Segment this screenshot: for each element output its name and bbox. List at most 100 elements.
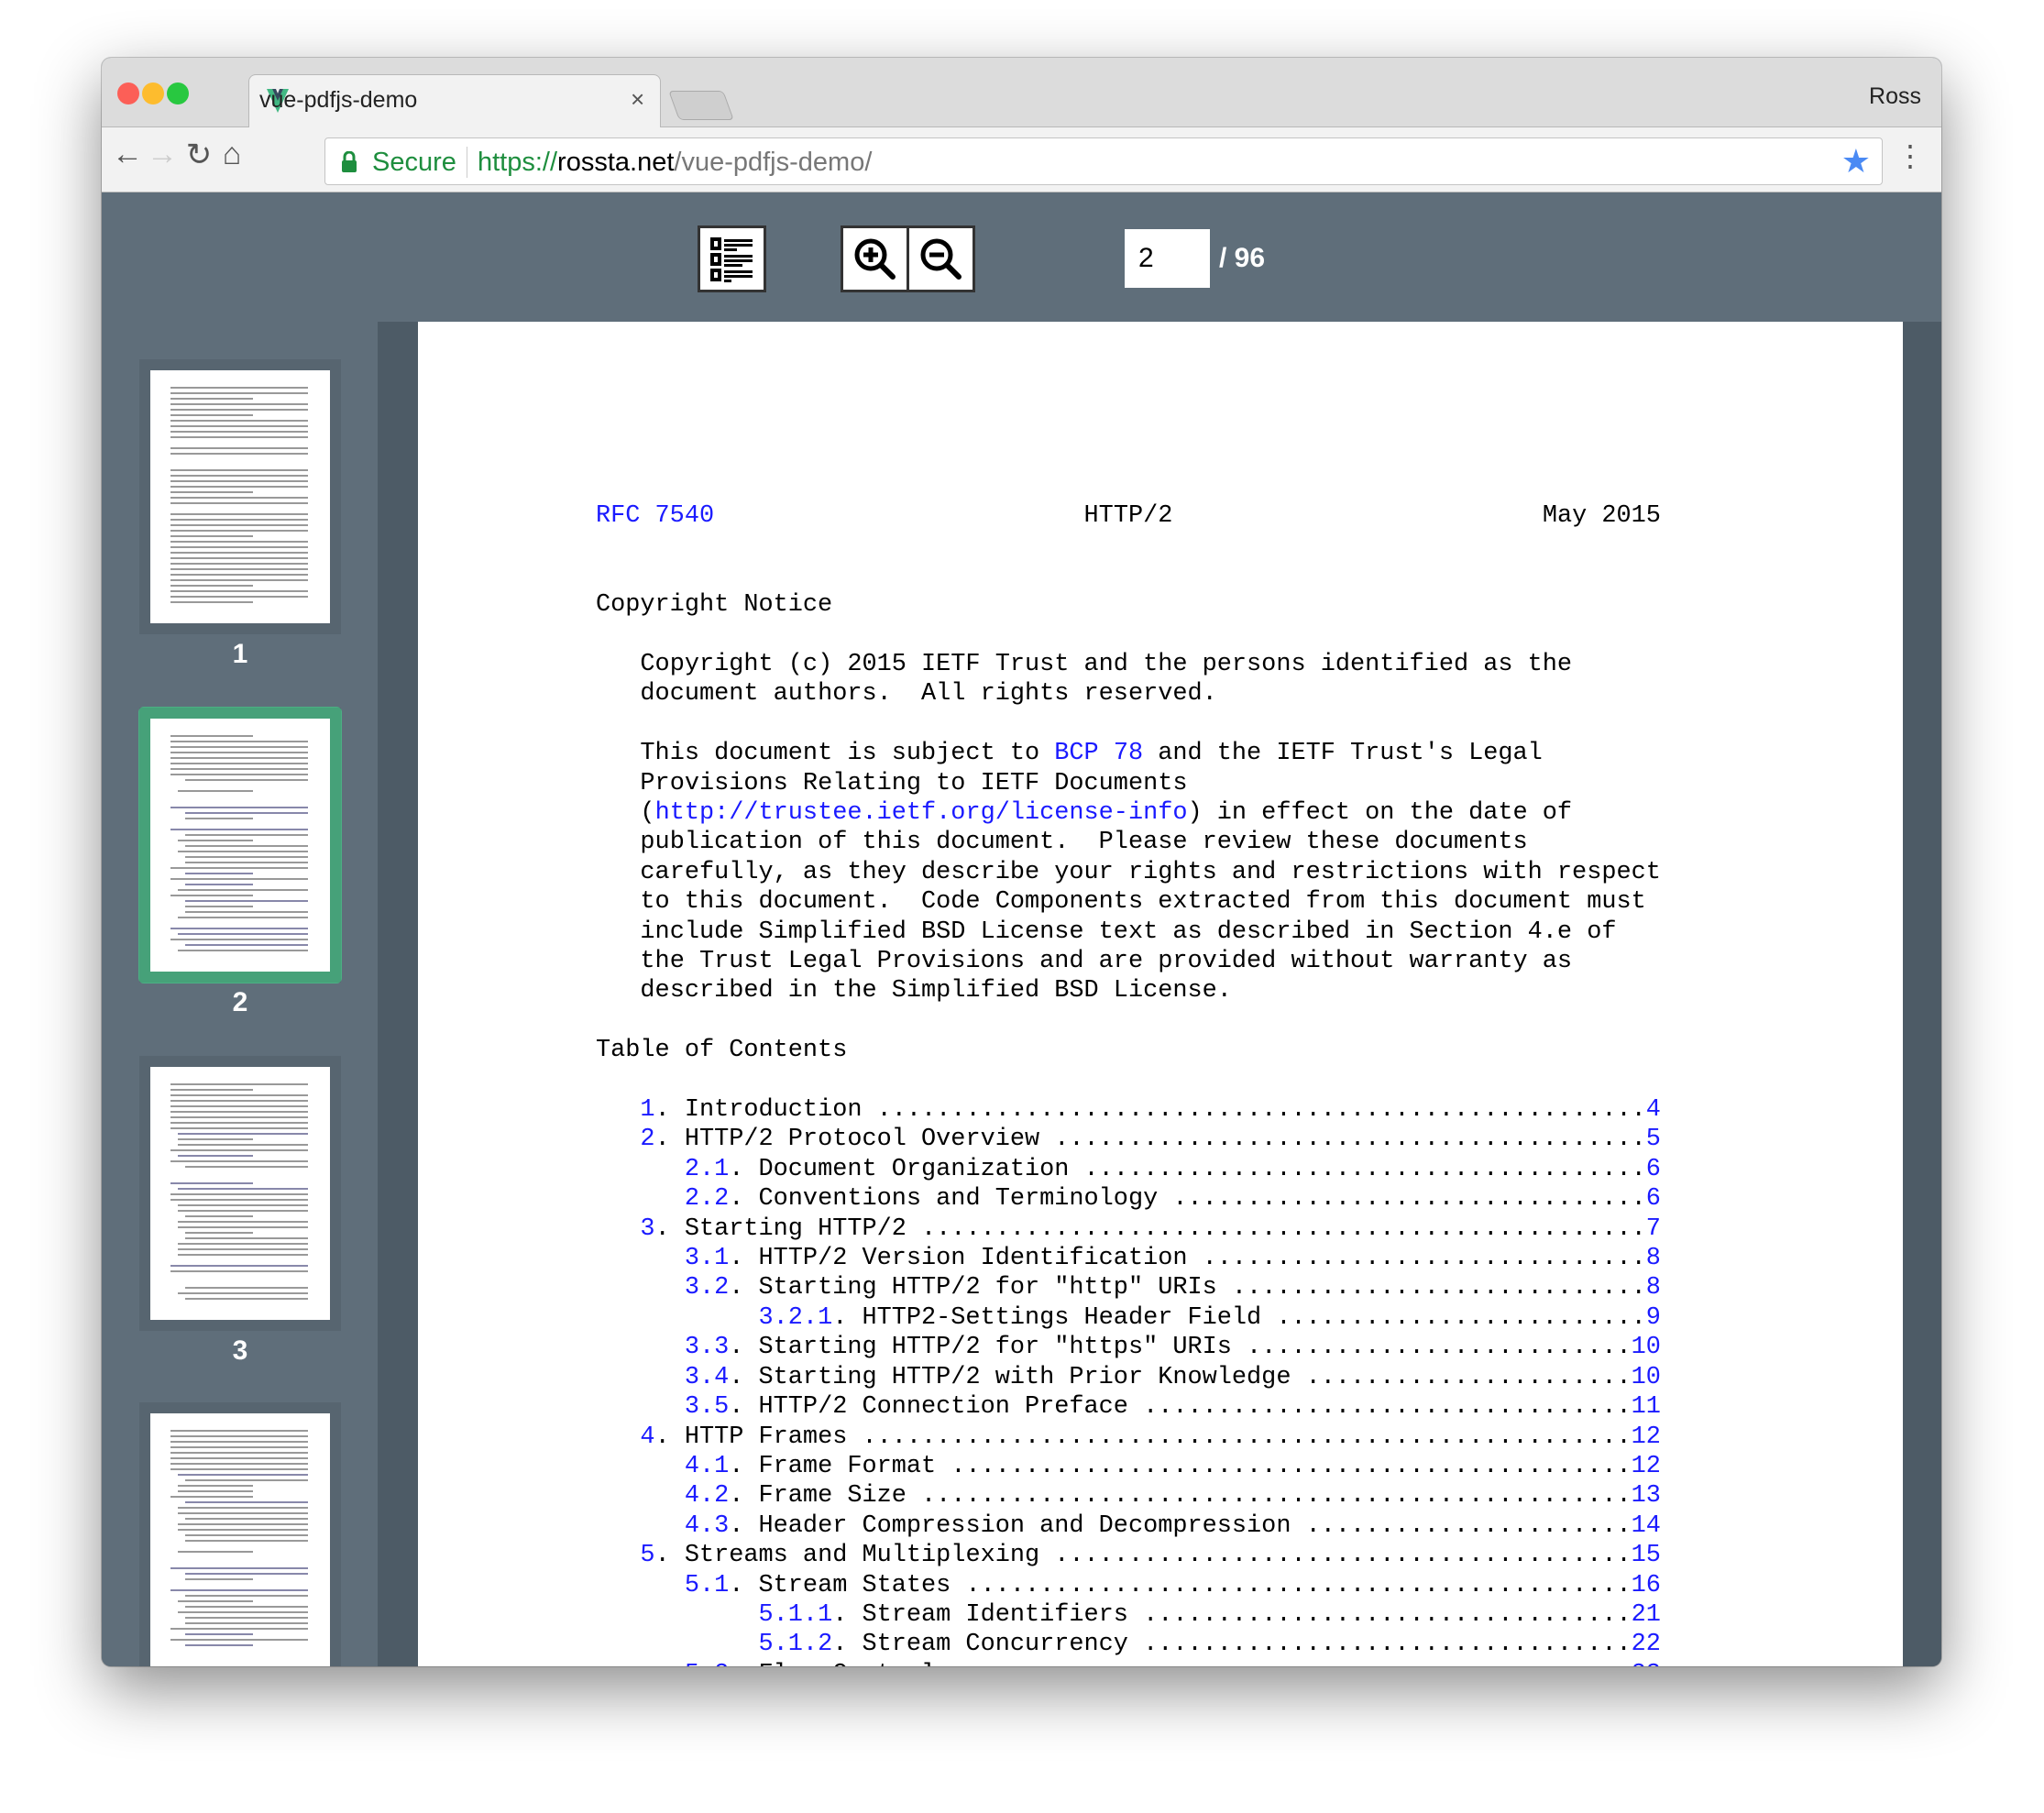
toc-dots: ......................: [1305, 1511, 1632, 1540]
toc-number-link[interactable]: 3.5: [685, 1393, 729, 1421]
toc-dots: .......................................: [1054, 1542, 1632, 1570]
close-window-button[interactable]: [117, 82, 139, 104]
thumbnail-sidebar[interactable]: 1234: [102, 322, 378, 1666]
toc-number-link[interactable]: 4.1: [685, 1453, 729, 1480]
link[interactable]: http://trustee.ietf.org/license-info: [655, 799, 1188, 827]
page-total: / 96: [1219, 243, 1266, 273]
toc-page-link[interactable]: 16: [1632, 1572, 1661, 1599]
thumbnail-page-1[interactable]: [138, 358, 342, 635]
toc-number-link[interactable]: 1: [640, 1096, 654, 1124]
text: described in the Simplified BSD License.: [640, 977, 1232, 1005]
text: [596, 948, 640, 975]
toc-entry[interactable]: 4.3. Header Compression and Decompressio…: [596, 1511, 1661, 1541]
page-number-input[interactable]: [1125, 229, 1210, 288]
zoom-in-button[interactable]: [841, 225, 909, 292]
toc-page-link[interactable]: 14: [1632, 1512, 1661, 1540]
toc-title: . Flow Control: [729, 1661, 951, 1666]
toc-entry[interactable]: 3.2.1. HTTP2-Settings Header Field .....…: [596, 1303, 1661, 1333]
zoom-out-button[interactable]: [907, 225, 975, 292]
zoom-out-icon: [920, 238, 962, 280]
toggle-thumbnails-button[interactable]: [698, 225, 766, 292]
toc-entry[interactable]: 1. Introduction ........................…: [596, 1095, 1661, 1125]
thumbnail-page-3[interactable]: [138, 1055, 342, 1332]
toc-number-link[interactable]: 5: [640, 1542, 654, 1569]
maximize-window-button[interactable]: [167, 82, 189, 104]
toc-number-link[interactable]: 3.1: [685, 1245, 729, 1272]
toc-number-link[interactable]: 3.2: [685, 1274, 729, 1302]
toc-page-link[interactable]: 15: [1632, 1542, 1661, 1569]
toc-number-link[interactable]: 5.2: [685, 1661, 729, 1666]
toc-page-link[interactable]: 23: [1632, 1661, 1661, 1666]
toc-entry[interactable]: 4.2. Frame Size ........................…: [596, 1481, 1661, 1511]
thumbnail-page-4[interactable]: [138, 1401, 342, 1666]
toc-entry[interactable]: 3.5. HTTP/2 Connection Preface .........…: [596, 1392, 1661, 1422]
toc-number-link[interactable]: 4: [640, 1423, 654, 1451]
toc-entry[interactable]: 4. HTTP Frames .........................…: [596, 1423, 1661, 1452]
toc-page-link[interactable]: 11: [1632, 1393, 1661, 1421]
text: document authors. All rights reserved.: [640, 680, 1217, 709]
toc-page-link[interactable]: 4: [1646, 1096, 1661, 1124]
toc-entry[interactable]: 5.2. Flow Control ......................…: [596, 1660, 1661, 1666]
home-icon[interactable]: ⌂: [214, 137, 250, 172]
minimize-window-button[interactable]: [142, 82, 164, 104]
toc-number-link[interactable]: 3.2.1: [759, 1304, 833, 1332]
toc-page-link[interactable]: 7: [1646, 1215, 1661, 1243]
toc-number-link[interactable]: 5.1: [685, 1572, 729, 1599]
toc-page-link[interactable]: 10: [1632, 1334, 1661, 1361]
toc-number-link[interactable]: 2: [640, 1126, 654, 1153]
toc-entry[interactable]: 3. Starting HTTP/2 .....................…: [596, 1214, 1661, 1244]
text-line: Copyright (c) 2015 IETF Trust and the pe…: [596, 650, 1661, 679]
forward-icon[interactable]: →: [144, 137, 181, 172]
scrollbar-gutter[interactable]: [1903, 322, 1941, 1666]
bookmark-star-icon[interactable]: ★: [1841, 142, 1871, 181]
toc-entry[interactable]: 2.1. Document Organization .............…: [596, 1155, 1661, 1184]
toc-entry[interactable]: 5.1.2. Stream Concurrency ..............…: [596, 1630, 1661, 1659]
toc-entry[interactable]: 2.2. Conventions and Terminology .......…: [596, 1184, 1661, 1214]
menu-icon[interactable]: ⋮: [1896, 138, 1925, 173]
toc-page-link[interactable]: 21: [1632, 1601, 1661, 1629]
toc-entry[interactable]: 3.2. Starting HTTP/2 for "http" URIs ...…: [596, 1273, 1661, 1302]
toc-page-link[interactable]: 12: [1632, 1453, 1661, 1480]
toc-page-link[interactable]: 8: [1646, 1274, 1661, 1302]
toc-entry[interactable]: 3.1. HTTP/2 Version Identification .....…: [596, 1244, 1661, 1273]
toc-entry[interactable]: 5.1. Stream States .....................…: [596, 1571, 1661, 1600]
toc-number-link[interactable]: 2.1: [685, 1156, 729, 1183]
toc-entry[interactable]: 5. Streams and Multiplexing ............…: [596, 1541, 1661, 1570]
toc-page-link[interactable]: 22: [1632, 1631, 1661, 1658]
link[interactable]: BCP 78: [1054, 740, 1143, 767]
rfc-link[interactable]: RFC 7540: [596, 502, 714, 530]
toc-entry[interactable]: 3.4. Starting HTTP/2 with Prior Knowledg…: [596, 1363, 1661, 1392]
new-tab-button[interactable]: [668, 91, 734, 120]
toc-page-link[interactable]: 10: [1632, 1364, 1661, 1391]
toc-number-link[interactable]: 2.2: [685, 1185, 729, 1213]
toc-number-link[interactable]: 3: [640, 1215, 654, 1243]
toc-number-link[interactable]: 4.3: [685, 1512, 729, 1540]
address-bar[interactable]: Secure https://rossta.net/vue-pdfjs-demo…: [324, 137, 1883, 185]
toc-page-link[interactable]: 13: [1632, 1482, 1661, 1510]
toc-entry[interactable]: 5.1.1. Stream Identifiers ..............…: [596, 1600, 1661, 1630]
toc-entry[interactable]: 3.3. Starting HTTP/2 for "https" URIs ..…: [596, 1333, 1661, 1362]
toc-number-link[interactable]: 5.1.1: [759, 1601, 833, 1629]
text: [596, 680, 640, 708]
reload-icon[interactable]: ↻: [181, 137, 217, 173]
toc-page-link[interactable]: 9: [1646, 1304, 1661, 1332]
toc-number-link[interactable]: 3.4: [685, 1364, 729, 1391]
toc-page-link[interactable]: 5: [1646, 1126, 1661, 1153]
toc-entry[interactable]: 4.1. Frame Format ......................…: [596, 1452, 1661, 1481]
tab-close-icon[interactable]: ×: [631, 85, 644, 114]
toc-number-link[interactable]: 4.2: [685, 1482, 729, 1510]
text: [596, 1364, 685, 1391]
toc-page-link[interactable]: 8: [1646, 1245, 1661, 1272]
toc-page-link[interactable]: 6: [1646, 1156, 1661, 1183]
toc-page-link[interactable]: 6: [1646, 1185, 1661, 1213]
profile-name[interactable]: Ross: [1869, 83, 1921, 110]
toc-page-link[interactable]: 12: [1632, 1423, 1661, 1451]
toc-number-link[interactable]: 5.1.2: [759, 1631, 833, 1658]
url-text[interactable]: https://rossta.net/vue-pdfjs-demo/: [478, 148, 872, 178]
toc-entry[interactable]: 2. HTTP/2 Protocol Overview ............…: [596, 1125, 1661, 1154]
back-icon[interactable]: ←: [109, 137, 146, 172]
lock-icon: [342, 151, 357, 172]
thumbnail-page-2[interactable]: [138, 707, 342, 983]
toc-number-link[interactable]: 3.3: [685, 1334, 729, 1361]
text-line: the Trust Legal Provisions and are provi…: [596, 947, 1661, 976]
